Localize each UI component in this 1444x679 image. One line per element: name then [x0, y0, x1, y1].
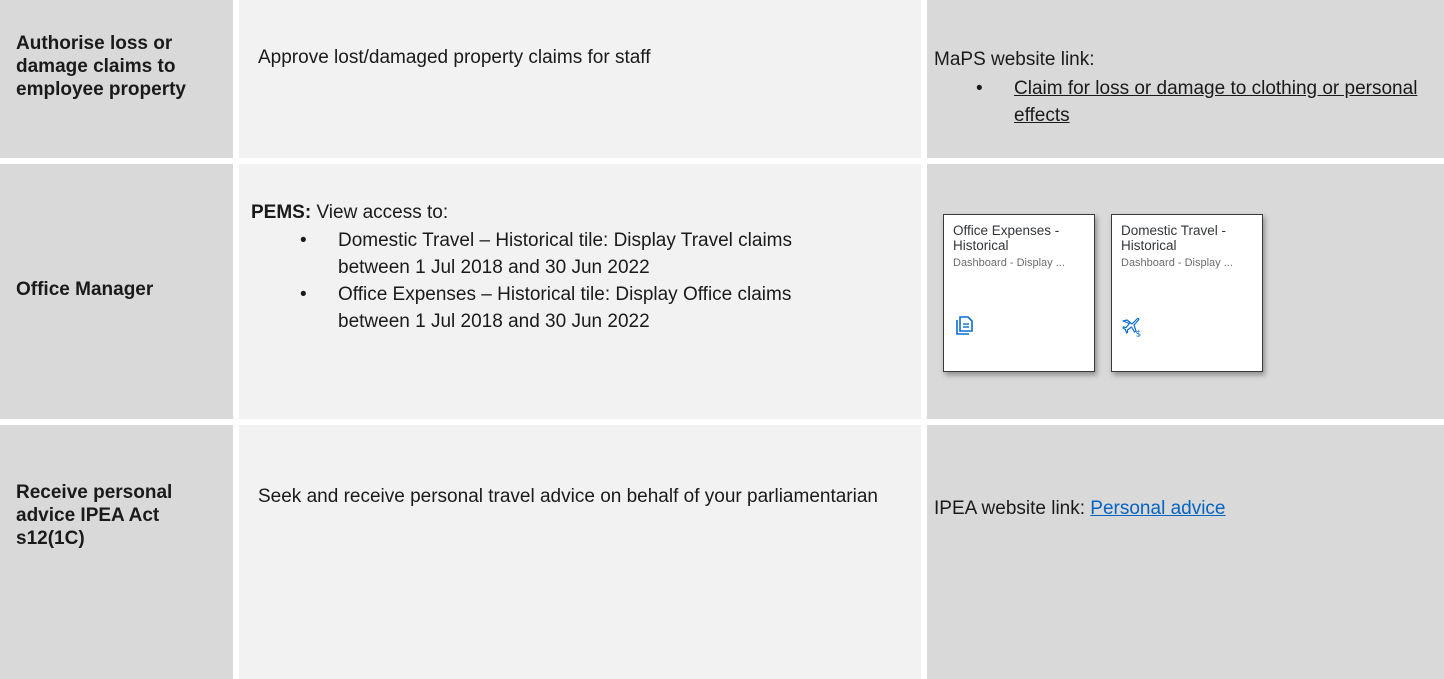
tile-subtitle: Dashboard - Display ... [1121, 257, 1233, 269]
personal-advice-link[interactable]: Personal advice [1090, 498, 1225, 519]
description-cell: Approve lost/damaged property claims for… [239, 0, 921, 158]
description-cell: PEMS: View access to: Domestic Travel – … [239, 164, 921, 419]
resource-label: IPEA website link: [934, 498, 1091, 519]
office-expenses-historical-tile[interactable]: Office Expenses - Historical Dashboard -… [943, 214, 1095, 372]
resource-cell: Office Expenses - Historical Dashboard -… [927, 164, 1444, 419]
resource-cell: MaPS website link: Claim for loss or dam… [927, 0, 1444, 158]
role-title: Receive personal advice IPEA Act s12(1C) [16, 482, 173, 549]
domestic-travel-historical-tile[interactable]: Domestic Travel - Historical Dashboard -… [1111, 214, 1263, 372]
resource-line: IPEA website link: Personal advice [934, 495, 1434, 522]
pems-label: PEMS: [251, 202, 312, 223]
role-title: Authorise loss or damage claims to emplo… [16, 33, 186, 100]
document-icon [956, 316, 973, 335]
tile-subtitle: Dashboard - Display ... [953, 257, 1065, 269]
resource-link-item: Claim for loss or damage to clothing or … [976, 75, 1426, 129]
claim-loss-damage-link[interactable]: Claim for loss or damage to clothing or … [1014, 78, 1417, 126]
role-cell: Office Manager [0, 164, 233, 419]
description-cell: Seek and receive personal travel advice … [239, 425, 921, 679]
role-cell: Authorise loss or damage claims to emplo… [0, 0, 233, 158]
role-cell: Receive personal advice IPEA Act s12(1C) [0, 425, 233, 679]
tile-title: Domestic Travel - Historical [1121, 223, 1227, 253]
pems-intro-text: View access to: [311, 202, 449, 223]
pems-access-list: Domestic Travel – Historical tile: Displ… [300, 227, 860, 335]
role-title: Office Manager [16, 279, 154, 300]
roles-table: Authorise loss or damage claims to emplo… [0, 0, 1444, 679]
role-description: Approve lost/damaged property claims for… [258, 47, 651, 68]
pems-intro: PEMS: View access to: [251, 199, 901, 226]
svg-text:$: $ [1136, 330, 1142, 338]
tile-title: Office Expenses - Historical [953, 223, 1060, 253]
pems-access-item: Office Expenses – Historical tile: Displ… [300, 281, 860, 335]
pems-access-item: Domestic Travel – Historical tile: Displ… [300, 227, 860, 281]
resource-label: MaPS website link: [934, 49, 1095, 70]
role-description: Seek and receive personal travel advice … [258, 486, 878, 507]
resource-cell: IPEA website link: Personal advice [927, 425, 1444, 679]
travel-expense-icon: $ [1122, 317, 1142, 338]
resource-links: Claim for loss or damage to clothing or … [976, 75, 1426, 129]
